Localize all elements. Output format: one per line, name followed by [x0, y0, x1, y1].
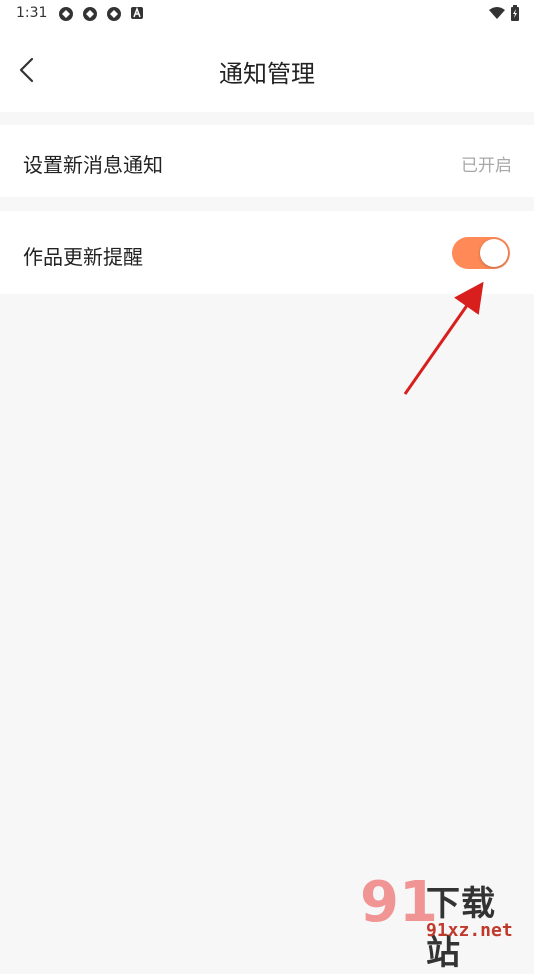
status-right — [488, 5, 520, 21]
watermark-url: 91xz.net — [426, 920, 513, 941]
status-bar: 1:31 — [0, 0, 534, 28]
toggle-knob — [480, 239, 508, 267]
new-message-notification-status: 已开启 — [461, 156, 512, 176]
watermark: 91 下载站 91xz.net — [360, 870, 530, 973]
nav-bar: 通知管理 — [0, 28, 534, 112]
a-letter-icon — [131, 6, 143, 19]
notification-icons — [58, 6, 144, 22]
app-notification-icon — [59, 7, 73, 21]
battery-icon — [511, 5, 519, 21]
new-message-notification-label: 设置新消息通知 — [23, 153, 163, 177]
work-update-toggle[interactable] — [452, 237, 510, 269]
annotation-arrow — [403, 282, 484, 395]
wifi-icon — [489, 7, 505, 19]
status-time: 1:31 — [16, 5, 48, 21]
app-notification-icon — [107, 7, 121, 21]
new-message-notification-row[interactable]: 设置新消息通知 已开启 — [0, 125, 534, 197]
app-notification-icon — [83, 7, 97, 21]
work-update-reminder-label: 作品更新提醒 — [23, 245, 143, 269]
page-title: 通知管理 — [219, 60, 315, 88]
